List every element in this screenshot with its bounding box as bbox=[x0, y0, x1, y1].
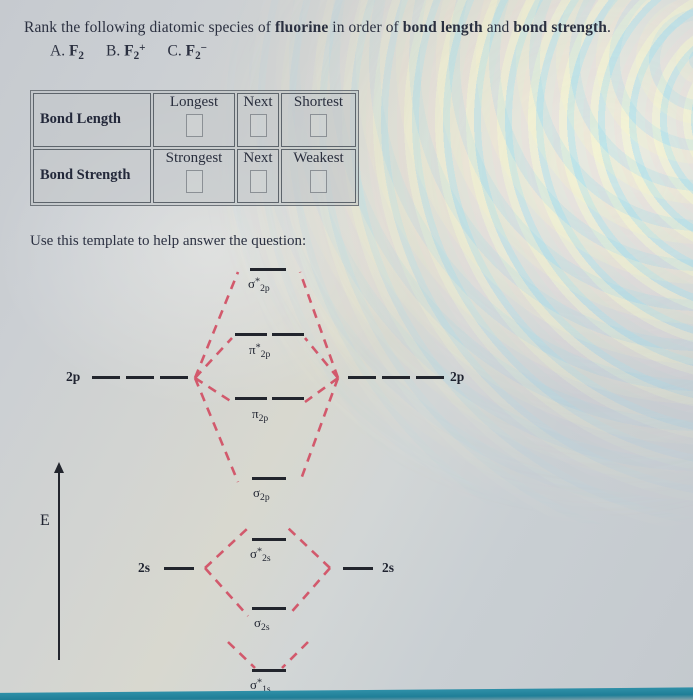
level-line-sigma-star-2p bbox=[250, 268, 286, 271]
choice-c-letter: C. bbox=[167, 42, 182, 60]
ao-line-right-2p-b bbox=[382, 376, 410, 379]
answer-box-bond-strength-weakest[interactable] bbox=[310, 169, 327, 193]
cell-word-longest: Longest bbox=[169, 94, 219, 110]
level-line-sigma-star-1s bbox=[252, 669, 286, 672]
ao-line-right-2p-a bbox=[348, 376, 376, 379]
mo-symbol-5: σ bbox=[254, 615, 262, 630]
mo-sub-1: 2p bbox=[260, 348, 271, 360]
choice-b: B. F2+ bbox=[106, 42, 146, 62]
level-label-sigma-star-2s: σ*2s bbox=[250, 546, 271, 564]
mo-symbol-3: σ bbox=[253, 485, 261, 500]
cell-word-next-strength: Next bbox=[243, 149, 273, 166]
answer-box-bond-strength-strongest[interactable] bbox=[185, 169, 203, 193]
ao-label-right-2s: 2s bbox=[382, 560, 394, 576]
ao-right-2p-text: 2p bbox=[450, 369, 465, 384]
choice-c-superscript: − bbox=[200, 42, 207, 54]
mo-symbol-6: σ bbox=[250, 677, 258, 692]
cell-bond-length-longest: Longest bbox=[153, 93, 235, 147]
choice-b-superscript: + bbox=[139, 42, 146, 54]
choice-c: C. F2− bbox=[168, 42, 208, 62]
answer-box-bond-length-longest[interactable] bbox=[185, 113, 203, 137]
mo-sub-0: 2p bbox=[260, 282, 270, 294]
ao-label-left-2s: 2s bbox=[138, 560, 150, 576]
cell-bond-strength-strongest: Strongest bbox=[153, 148, 235, 203]
level-label-pi-2p: π2p bbox=[252, 406, 268, 424]
ao-line-left-2p-b bbox=[126, 376, 154, 379]
question-prompt: Rank the following diatomic species of f… bbox=[24, 19, 611, 37]
answer-box-bond-length-shortest[interactable] bbox=[310, 113, 327, 137]
mo-symbol-4: σ bbox=[250, 546, 258, 561]
cell-word-strongest: Strongest bbox=[165, 149, 223, 166]
mo-symbol-2: π bbox=[252, 406, 259, 421]
ao-label-left-2p: 2p bbox=[66, 369, 80, 385]
prompt-bold-fluorine: fluorine bbox=[274, 19, 329, 36]
ao-label-right-2p: 2p bbox=[450, 369, 464, 385]
level-line-sigma-star-2s bbox=[252, 538, 286, 541]
prompt-segment-3: and bbox=[482, 19, 514, 36]
template-caption: Use this template to help answer the que… bbox=[30, 233, 307, 249]
answer-choices: A. F2 B. F2+ C. F2− bbox=[50, 42, 229, 62]
screenshot-page: Rank the following diatomic species of f… bbox=[0, 0, 693, 700]
level-line-sigma-2p bbox=[252, 477, 286, 480]
ao-line-left-2p-c bbox=[160, 376, 188, 379]
choice-b-letter: B. bbox=[106, 42, 121, 60]
cell-bond-strength-next: Next bbox=[237, 148, 279, 203]
ao-line-left-2s bbox=[164, 567, 194, 570]
level-label-sigma-2s: σ2s bbox=[254, 615, 270, 633]
energy-axis-line bbox=[58, 468, 60, 660]
choice-a: A. F2 bbox=[50, 42, 84, 62]
table-row-bond-strength: Bond Strength Strongest Next Weakest bbox=[33, 148, 356, 203]
correlation-lines bbox=[193, 271, 340, 669]
choice-a-subscript: 2 bbox=[78, 49, 84, 62]
level-line-pi-star-2p-a bbox=[235, 333, 267, 336]
choice-b-species: F bbox=[124, 42, 134, 60]
ao-left-2s-text: 2s bbox=[138, 560, 151, 575]
mo-symbol-0: σ bbox=[248, 276, 256, 291]
level-label-pi-star-2p: π*2p bbox=[249, 342, 270, 360]
prompt-segment-4: . bbox=[607, 19, 611, 36]
level-line-pi-2p-a bbox=[235, 397, 267, 400]
mo-sub-5: 2s bbox=[261, 621, 270, 633]
table-row-bond-length: Bond Length Longest Next Shortest bbox=[33, 93, 356, 147]
cell-bond-length-next: Next bbox=[237, 93, 279, 147]
row-label-bond-length: Bond Length bbox=[33, 93, 151, 147]
mo-energy-diagram: σ*2p π*2p π2p σ2p σ*2s σ2s σ*1s 2p 2s 2p… bbox=[0, 250, 693, 700]
mo-sub-4: 2s bbox=[262, 552, 271, 564]
level-line-pi-star-2p-b bbox=[272, 333, 304, 336]
mo-symbol-1: π bbox=[249, 342, 256, 357]
prompt-bold-bond-strength: bond strength bbox=[513, 19, 607, 36]
prompt-segment-1: Rank the following diatomic species of bbox=[24, 19, 275, 36]
level-line-sigma-2s bbox=[252, 607, 286, 610]
cell-bond-strength-weakest: Weakest bbox=[281, 148, 356, 203]
answer-table: Bond Length Longest Next Shortest Bond S… bbox=[30, 90, 359, 206]
row-label-bond-strength: Bond Strength bbox=[33, 148, 151, 203]
ao-line-left-2p-a bbox=[92, 376, 120, 379]
ao-line-right-2p-c bbox=[416, 376, 444, 379]
mo-sub-3: 2p bbox=[260, 491, 270, 503]
energy-axis-label: E bbox=[40, 512, 50, 529]
cell-word-shortest: Shortest bbox=[293, 94, 344, 110]
prompt-segment-2: in order of bbox=[328, 19, 403, 36]
ao-right-2s-text: 2s bbox=[382, 560, 395, 575]
level-label-sigma-2p: σ2p bbox=[253, 485, 270, 503]
answer-box-bond-length-next[interactable] bbox=[249, 113, 267, 137]
level-line-pi-2p-b bbox=[272, 397, 304, 400]
choice-a-letter: A. bbox=[50, 42, 66, 60]
prompt-bold-bond-length: bond length bbox=[402, 19, 483, 36]
choice-c-species: F bbox=[185, 42, 196, 60]
ao-left-2p-text: 2p bbox=[66, 369, 81, 384]
level-label-sigma-star-2p: σ*2p bbox=[248, 276, 270, 294]
cell-word-weakest: Weakest bbox=[293, 149, 344, 166]
cell-bond-length-shortest: Shortest bbox=[281, 93, 356, 147]
ao-line-right-2s bbox=[343, 567, 373, 570]
answer-box-bond-strength-next[interactable] bbox=[249, 169, 267, 193]
choice-a-species: F bbox=[68, 42, 79, 60]
cell-word-next-length: Next bbox=[243, 94, 273, 110]
mo-sub-2: 2p bbox=[258, 412, 269, 424]
